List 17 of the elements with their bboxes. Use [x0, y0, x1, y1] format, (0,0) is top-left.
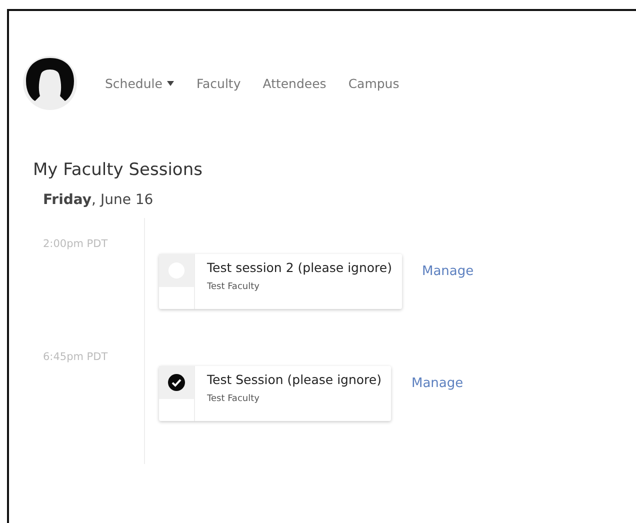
session-time: 2:00pm PDT	[43, 238, 108, 250]
session-title: Test Session (please ignore)	[207, 372, 382, 387]
page-title: My Faculty Sessions	[33, 160, 204, 180]
avatar-icon[interactable]	[23, 56, 77, 110]
session-time: 6:45pm PDT	[43, 351, 108, 363]
nav-link[interactable]: Schedule	[105, 76, 174, 90]
caret-icon	[167, 80, 174, 86]
nav-link[interactable]: Attendees	[262, 76, 326, 90]
session-title: Test session 2 (please ignore)	[207, 260, 392, 275]
date-heading: Friday, June 16	[43, 192, 154, 208]
faculty-name: Test Faculty	[207, 282, 260, 292]
faculty-name: Test Faculty	[207, 394, 260, 404]
nav-link[interactable]: Campus	[348, 76, 400, 90]
nav-link[interactable]: Faculty	[196, 76, 241, 90]
checkbox[interactable]	[168, 374, 185, 391]
manage-link[interactable]: Manage	[411, 376, 464, 391]
manage-link[interactable]: Manage	[422, 264, 474, 279]
